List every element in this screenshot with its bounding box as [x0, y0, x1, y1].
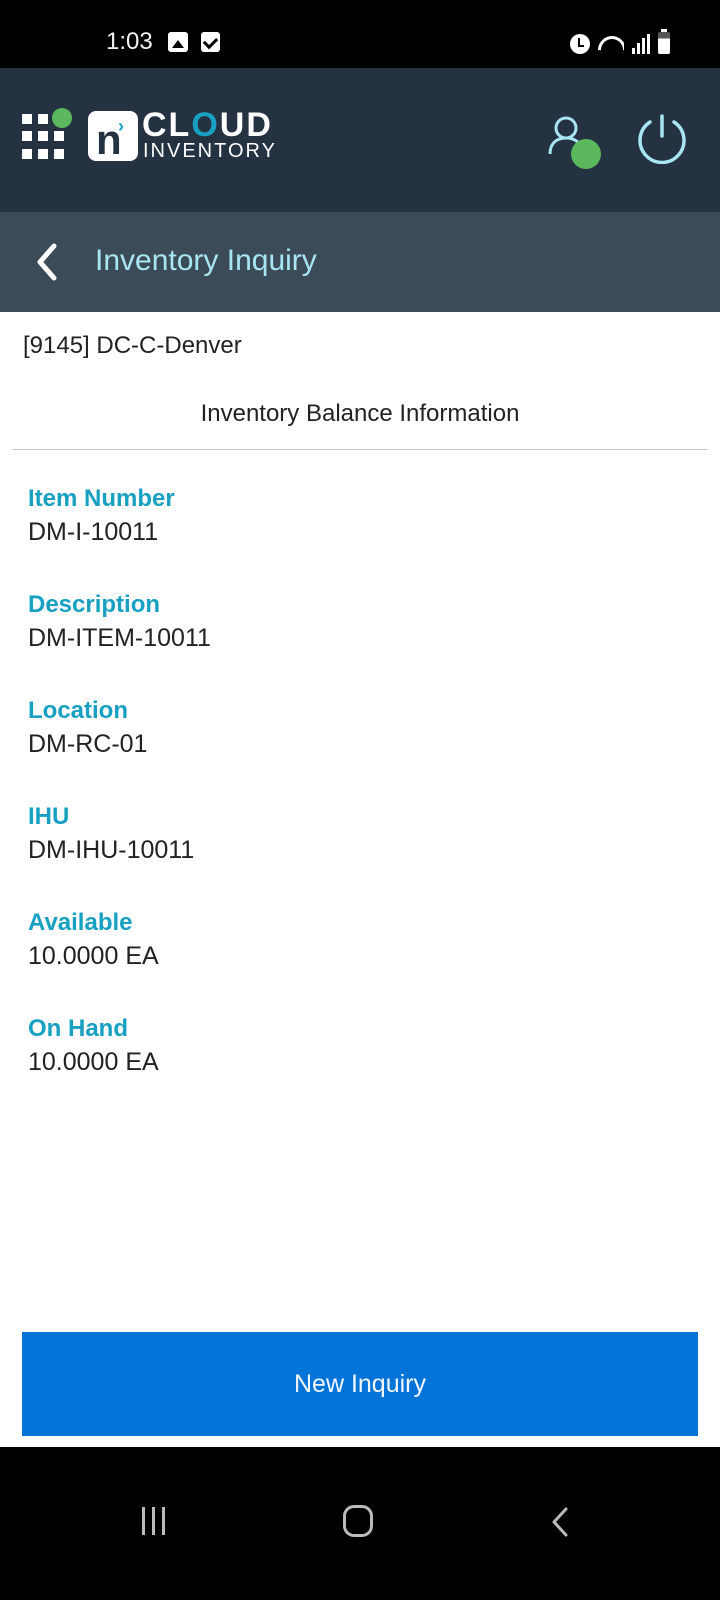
status-icons — [570, 29, 670, 54]
field-description: Description DM-ITEM-10011 — [28, 590, 211, 656]
wifi-icon — [598, 34, 624, 54]
field-value: DM-RC-01 — [28, 730, 148, 758]
system-back-button[interactable] — [548, 1507, 578, 1537]
recent-apps-button[interactable] — [142, 1507, 172, 1537]
user-button[interactable] — [548, 112, 608, 172]
logo-text-inventory: INVENTORY — [143, 140, 277, 162]
field-available: Available 10.0000 EA — [28, 908, 159, 974]
app-header: n › CLOUD INVENTORY — [0, 68, 720, 212]
field-ihu: IHU DM-IHU-10011 — [28, 802, 194, 868]
home-button[interactable] — [343, 1505, 373, 1537]
user-status-dot — [571, 139, 601, 169]
checkbox-icon — [201, 32, 220, 52]
field-label: Description — [28, 591, 161, 618]
inventory-balance-panel: [9145] DC-C-Denver Inventory Balance Inf… — [0, 312, 720, 1447]
status-time: 1:03 — [106, 28, 153, 55]
field-item-number: Item Number DM-I-10011 — [28, 484, 175, 550]
alarm-icon — [570, 34, 590, 54]
field-label: On Hand — [28, 1015, 128, 1042]
back-icon — [552, 1507, 568, 1537]
power-button[interactable] — [636, 112, 688, 165]
back-button[interactable] — [30, 242, 70, 282]
warehouse-label: [9145] DC-C-Denver — [23, 332, 242, 359]
power-icon — [638, 114, 686, 165]
status-bar: 1:03 — [0, 0, 720, 68]
logo-accent-letter: O — [191, 106, 220, 144]
divider — [12, 449, 708, 450]
logo-chevron-icon: › — [118, 116, 124, 136]
field-value: 10.0000 EA — [28, 1048, 159, 1076]
field-location: Location DM-RC-01 — [28, 696, 147, 762]
chevron-left-icon — [37, 243, 57, 281]
field-label: Item Number — [28, 485, 175, 512]
system-nav-bar — [0, 1447, 720, 1600]
field-label: Location — [28, 697, 128, 724]
signal-icon — [632, 34, 650, 54]
battery-icon — [658, 29, 670, 54]
field-value: DM-ITEM-10011 — [28, 624, 211, 652]
section-title: Inventory Balance Information — [200, 400, 520, 427]
field-on-hand: On Hand 10.0000 EA — [28, 1014, 159, 1080]
new-inquiry-button[interactable]: New Inquiry — [22, 1332, 698, 1436]
field-label: IHU — [28, 803, 70, 830]
field-value: 10.0000 EA — [28, 942, 159, 970]
image-icon — [168, 32, 188, 52]
field-value: DM-I-10011 — [28, 518, 159, 546]
field-value: DM-IHU-10011 — [28, 836, 195, 864]
nav-bar: Inventory Inquiry — [0, 212, 720, 312]
apps-notification-dot — [52, 108, 72, 128]
user-icon — [548, 116, 601, 169]
logo-mark: n › — [88, 111, 138, 161]
page-title: Inventory Inquiry — [95, 244, 317, 277]
field-label: Available — [28, 909, 133, 936]
